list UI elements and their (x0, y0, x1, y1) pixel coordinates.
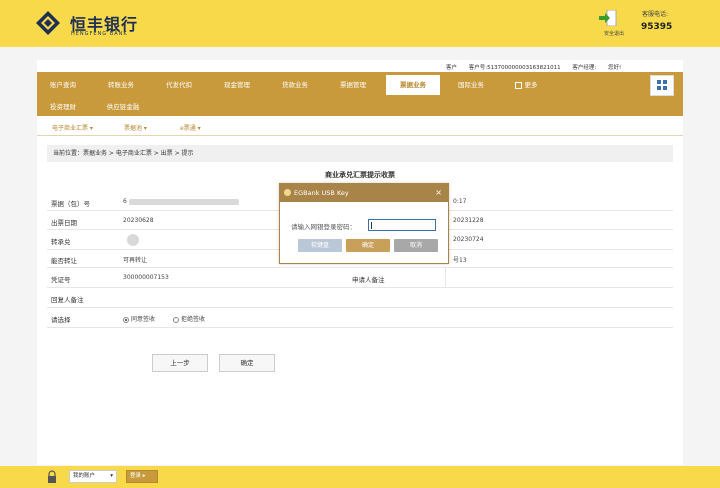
exit-button[interactable]: 安全退出 (598, 8, 630, 44)
soft-keyboard-button[interactable]: 软键盘 (298, 239, 342, 252)
exit-icon (599, 10, 617, 26)
row-label: 出票日期 (51, 219, 77, 227)
close-icon[interactable]: × (435, 184, 442, 202)
nav-item-more-label: 更多 (524, 81, 538, 89)
radio-checked-icon (123, 316, 129, 323)
redacted-block (129, 199, 239, 205)
confirm-button[interactable]: 确定 (219, 354, 275, 372)
row-label: 能否转让 (51, 257, 77, 265)
user-info-item: 客户号:513700000003163821011 (468, 65, 561, 71)
account-select[interactable]: 我的账户 ▾ (69, 470, 117, 483)
radio-unchecked-icon (173, 316, 179, 323)
dialog-cancel-button[interactable]: 取消 (394, 239, 438, 252)
radio-reject[interactable]: 拒绝签收 (173, 314, 205, 323)
account-login-label: 登录 (130, 473, 142, 479)
row-label: 转承兑 (51, 238, 71, 246)
form-row: 请选择 同意签收 拒绝签收 (47, 308, 673, 328)
password-prompt: 请输入网银登录密码： (291, 223, 356, 231)
row-right-value: 20231228 (453, 217, 484, 224)
form-row: 凭证号 300000007153 申请人备注 (47, 268, 673, 288)
row-value: 可再转让 (123, 257, 148, 264)
text-caret (371, 222, 372, 229)
row-value: 20230628 (123, 217, 154, 224)
redacted-block (127, 234, 139, 246)
nav-item-account-query[interactable]: 账户查询 (40, 75, 86, 95)
nav-item-supply-chain[interactable]: 供应链金融 (96, 97, 150, 117)
user-info-item: 客户经理: (572, 65, 597, 71)
hotline-label: 客服电话: (642, 11, 669, 18)
grid-icon (657, 80, 667, 90)
more-icon (514, 81, 522, 89)
hotline-number: 95395 (641, 22, 673, 32)
menu-grid-button[interactable] (650, 75, 674, 96)
row-label: 凭证号 (51, 276, 71, 284)
nav-item-bill-business[interactable]: 票据业务 (386, 75, 440, 95)
user-info-item: 客户 (446, 65, 458, 71)
subnav-bill-pool-label: 票据池 (124, 125, 143, 132)
radio-reject-label: 拒绝签收 (181, 316, 206, 323)
form-row: 回复人备注 (47, 288, 673, 308)
radio-accept[interactable]: 同意签收 (123, 314, 155, 323)
row-right-label: 申请人备注 (352, 276, 385, 284)
form-title: 商业承兑汇票提示收票 (325, 171, 395, 179)
nav-item-international[interactable]: 国际业务 (446, 75, 496, 95)
subnav-ecd[interactable]: 电子商业汇票 ▾ (52, 123, 93, 132)
row-label: 请选择 (51, 316, 71, 324)
lock-icon (48, 470, 56, 483)
row-label: 回复人备注 (51, 296, 84, 304)
usb-key-icon (284, 189, 291, 196)
nav-item-investment[interactable]: 投资理财 (40, 97, 86, 117)
nav-item-loan[interactable]: 贷款业务 (272, 75, 318, 95)
dialog-title: EGBank USB Key (294, 189, 349, 197)
row-value: 6 (123, 198, 127, 205)
bank-name-en: HENGFENG BANK (71, 31, 128, 37)
account-login-button[interactable]: 登录 ▸ (126, 470, 158, 483)
subnav-epiaotong-label: e票通 (180, 125, 196, 132)
bank-logo-icon (36, 11, 60, 35)
nav-item-bill-mgmt[interactable]: 票据管理 (330, 75, 376, 95)
subnav-ecd-label: 电子商业汇票 (52, 125, 89, 132)
password-input[interactable] (368, 219, 436, 231)
nav-item-cash-mgmt[interactable]: 现金管理 (214, 75, 260, 95)
row-right-value: 0:17 (453, 198, 467, 205)
row-value: 300000007153 (123, 274, 169, 281)
dropdown-icon: ▾ (110, 473, 113, 479)
radio-accept-label: 同意签收 (131, 316, 156, 323)
subnav-bill-pool[interactable]: 票据池 ▾ (124, 123, 147, 132)
dialog-ok-button[interactable]: 确定 (346, 239, 390, 252)
row-right-value: 号13 (453, 257, 467, 264)
dialog-header: EGBank USB Key × (280, 184, 448, 202)
nav-item-more[interactable]: 更多 (506, 75, 546, 95)
account-select-label: 我的账户 (73, 473, 96, 479)
divider (445, 268, 446, 288)
row-label: 票据（包）号 (51, 200, 90, 208)
usb-key-dialog: EGBank USB Key × 请输入网银登录密码： 软键盘 确定 取消 (279, 183, 449, 264)
back-button[interactable]: 上一步 (152, 354, 208, 372)
user-info-item: 您好! (607, 65, 622, 71)
subnav-epiaotong[interactable]: e票通 ▾ (180, 123, 201, 132)
exit-label: 安全退出 (603, 31, 624, 37)
nav-item-transfer[interactable]: 转账业务 (98, 75, 144, 95)
nav-item-payroll[interactable]: 代发代扣 (156, 75, 202, 95)
arrow-right-icon: ▸ (142, 473, 146, 479)
breadcrumb: 当前位置：票据业务 > 电子商业汇票 > 出票 > 提示 (47, 145, 673, 162)
row-right-value: 20230724 (453, 236, 484, 243)
